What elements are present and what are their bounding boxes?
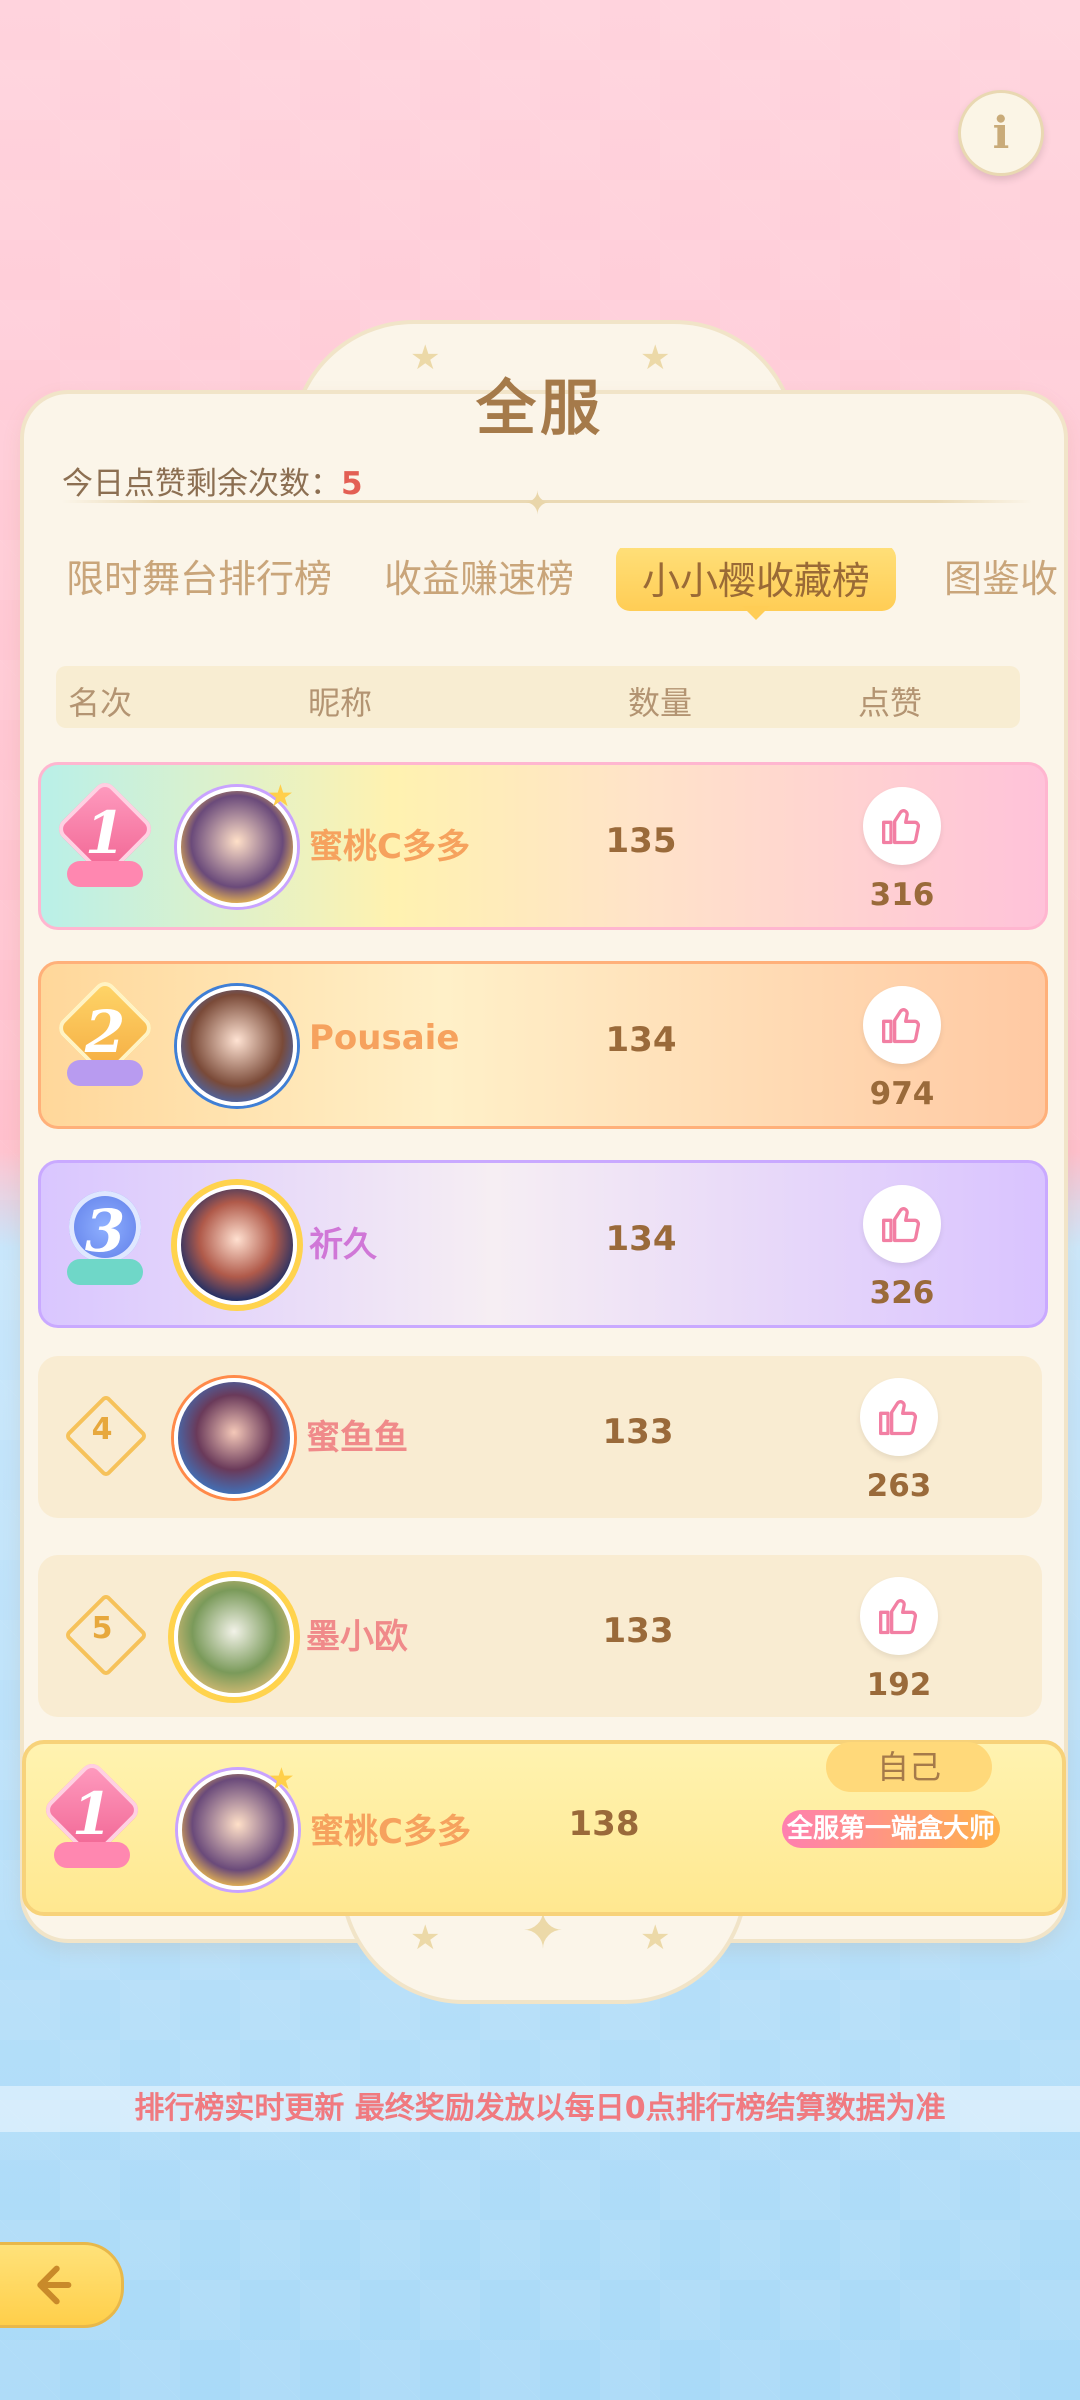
rank-number: 2	[84, 998, 126, 1066]
like-button[interactable]	[863, 986, 941, 1064]
like-count: 326	[869, 1275, 935, 1311]
player-name: 祈久	[309, 1225, 377, 1265]
rank-badge: 1	[54, 778, 156, 899]
crown-icon: ★	[268, 1762, 295, 1797]
quantity: 133	[602, 1611, 674, 1651]
like-count: 316	[869, 877, 935, 913]
table-row: 4 蜜鱼鱼 133 263	[38, 1356, 1042, 1518]
star-icon: ★	[410, 1918, 441, 1958]
self-tag: 自己	[826, 1742, 992, 1792]
like-count: 974	[869, 1076, 935, 1112]
quantity: 135	[605, 821, 677, 861]
rank-number: 1	[84, 799, 126, 867]
header-rank: 名次	[68, 684, 133, 722]
info-button[interactable]: i	[958, 90, 1044, 176]
likes-remaining-label: 今日点赞剩余次数：	[62, 466, 341, 502]
back-button[interactable]	[0, 2242, 124, 2328]
like-button[interactable]	[860, 1577, 938, 1655]
thumbs-up-icon	[879, 1599, 918, 1635]
likes-remaining-count: 5	[341, 466, 363, 502]
likes-remaining: 今日点赞剩余次数：5	[62, 458, 363, 503]
tab-earnings-ranking[interactable]: 收益赚速榜	[384, 548, 574, 603]
player-name: Pousaie	[309, 1018, 460, 1058]
info-icon: i	[992, 107, 1010, 159]
rank-number: 3	[84, 1197, 126, 1265]
avatar[interactable]	[174, 1577, 294, 1697]
quantity: 134	[605, 1020, 677, 1060]
thumbs-up-icon	[882, 1008, 921, 1044]
rank-number: 5	[91, 1611, 113, 1646]
player-name: 墨小欧	[306, 1617, 408, 1657]
header-like: 点赞	[858, 684, 923, 722]
rank-badge: 2	[54, 977, 156, 1098]
avatar[interactable]	[174, 1378, 294, 1498]
thumbs-up-icon	[879, 1400, 918, 1436]
player-name: 蜜桃C多多	[309, 827, 470, 867]
quantity: 133	[602, 1412, 674, 1452]
table-header: 名次 昵称 数量 点赞	[56, 666, 1020, 728]
back-arrow-icon	[37, 2265, 72, 2305]
avatar[interactable]	[177, 986, 297, 1106]
thumbs-up-icon	[882, 1207, 921, 1243]
header-nickname: 昵称	[308, 684, 373, 722]
table-row: 2 Pousaie 134 974	[38, 961, 1048, 1129]
tab-bar: 限时舞台排行榜 收益赚速榜 小小樱收藏榜 图鉴收	[66, 548, 1080, 618]
divider-gem-icon: ✦	[524, 484, 551, 522]
title-badge: 全服第一端盒大师	[782, 1810, 1000, 1848]
like-button[interactable]	[860, 1378, 938, 1456]
rank-badge: 5	[63, 1592, 149, 1678]
avatar[interactable]	[177, 1185, 297, 1305]
rank-badge: 3	[55, 1187, 155, 1297]
like-count: 192	[866, 1667, 932, 1703]
like-button[interactable]	[863, 1185, 941, 1263]
active-tab-pointer	[742, 606, 770, 620]
tab-stage-ranking[interactable]: 限时舞台排行榜	[66, 548, 332, 603]
rank-badge: 1	[41, 1759, 143, 1880]
star-icon: ★	[640, 1918, 671, 1958]
table-row: 3 祈久 134 326	[38, 1160, 1048, 1328]
player-name: 蜜鱼鱼	[306, 1418, 408, 1458]
table-row: 5 墨小欧 133 192	[38, 1555, 1042, 1717]
like-count: 263	[866, 1468, 932, 1504]
rank-badge: 4	[63, 1393, 149, 1479]
quantity: 138	[568, 1804, 640, 1844]
table-row: 1 ★ 蜜桃C多多 135 316	[38, 762, 1048, 930]
crown-icon: ★	[267, 779, 294, 814]
header-quantity: 数量	[628, 684, 693, 722]
rank-number: 4	[91, 1412, 113, 1447]
notice-banner: 排行榜实时更新 最终奖励发放以每日0点排行榜结算数据为准	[0, 2086, 1080, 2132]
like-button[interactable]	[863, 787, 941, 865]
tab-sakura-collection[interactable]: 小小樱收藏榜	[616, 548, 897, 611]
thumbs-up-icon	[882, 809, 921, 845]
tab-collection-book[interactable]: 图鉴收	[944, 548, 1058, 603]
quantity: 134	[605, 1219, 677, 1259]
page-title: 全服	[476, 374, 604, 444]
player-name: 蜜桃C多多	[310, 1812, 471, 1852]
rank-number: 1	[71, 1780, 113, 1848]
